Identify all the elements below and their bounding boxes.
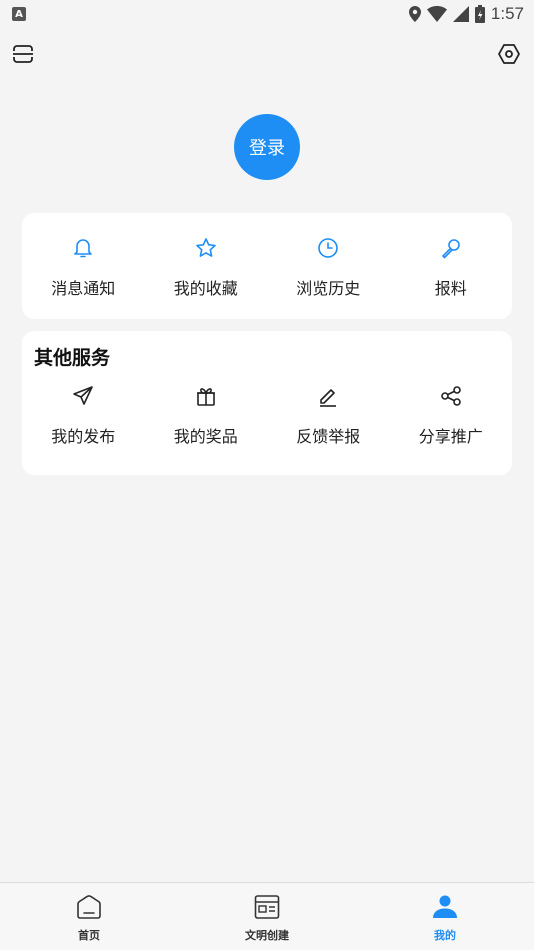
quick-item-label: 消息通知 xyxy=(51,279,116,298)
nav-item-civilization[interactable]: 文明创建 xyxy=(178,883,356,950)
settings-button[interactable] xyxy=(495,40,523,68)
service-item-my-prizes[interactable]: 我的奖品 xyxy=(145,383,268,447)
quick-item-label: 浏览历史 xyxy=(296,279,361,298)
clock-icon xyxy=(315,235,341,261)
services-title: 其他服务 xyxy=(34,347,111,369)
scan-icon xyxy=(13,45,33,63)
service-item-label: 我的奖品 xyxy=(173,427,238,446)
status-icons: 1:57 xyxy=(408,4,524,24)
service-item-label: 我的发布 xyxy=(51,427,116,446)
nav-label: 我的 xyxy=(434,929,456,942)
quick-item-favorites[interactable]: 我的收藏 xyxy=(145,235,268,299)
nav-item-home[interactable]: 首页 xyxy=(0,883,178,950)
status-bar: A 1:57 xyxy=(0,0,534,28)
quick-item-notifications[interactable]: 消息通知 xyxy=(22,235,145,299)
service-item-label: 分享推广 xyxy=(418,427,483,446)
send-icon xyxy=(70,383,96,409)
user-icon xyxy=(431,893,459,921)
gift-icon xyxy=(193,383,219,409)
signal-icon xyxy=(452,6,469,22)
nav-label: 首页 xyxy=(78,929,100,942)
microphone-icon xyxy=(438,235,464,261)
quick-item-report[interactable]: 报料 xyxy=(390,235,513,299)
battery-icon xyxy=(474,5,485,23)
nav-label: 文明创建 xyxy=(245,929,289,942)
scan-button[interactable] xyxy=(9,40,37,68)
location-icon xyxy=(408,6,421,22)
home-icon xyxy=(75,893,103,921)
service-item-my-posts[interactable]: 我的发布 xyxy=(22,383,145,447)
clock-time: 1:57 xyxy=(490,4,524,23)
quick-item-label: 我的收藏 xyxy=(173,279,238,298)
quick-item-label: 报料 xyxy=(434,279,467,298)
service-item-feedback[interactable]: 反馈举报 xyxy=(267,383,390,447)
service-item-share[interactable]: 分享推广 xyxy=(390,383,513,447)
service-item-label: 反馈举报 xyxy=(296,427,361,446)
settings-icon xyxy=(498,44,520,64)
share-icon xyxy=(438,383,464,409)
wifi-icon xyxy=(426,6,447,22)
notification-icon: A xyxy=(12,7,26,21)
bell-icon xyxy=(70,235,96,261)
edit-icon xyxy=(315,383,341,409)
login-button[interactable]: 登录 xyxy=(234,114,300,180)
star-icon xyxy=(193,235,219,261)
nav-item-mine[interactable]: 我的 xyxy=(356,883,534,950)
quick-item-history[interactable]: 浏览历史 xyxy=(267,235,390,299)
bottom-navigation: 首页 文明创建 我的 xyxy=(0,882,534,950)
news-icon xyxy=(253,893,281,921)
other-services-card: 其他服务 我的发布 我的奖品 反馈举报 分享推广 xyxy=(22,331,512,475)
quick-actions-card: 消息通知 我的收藏 浏览历史 报料 xyxy=(22,213,512,319)
